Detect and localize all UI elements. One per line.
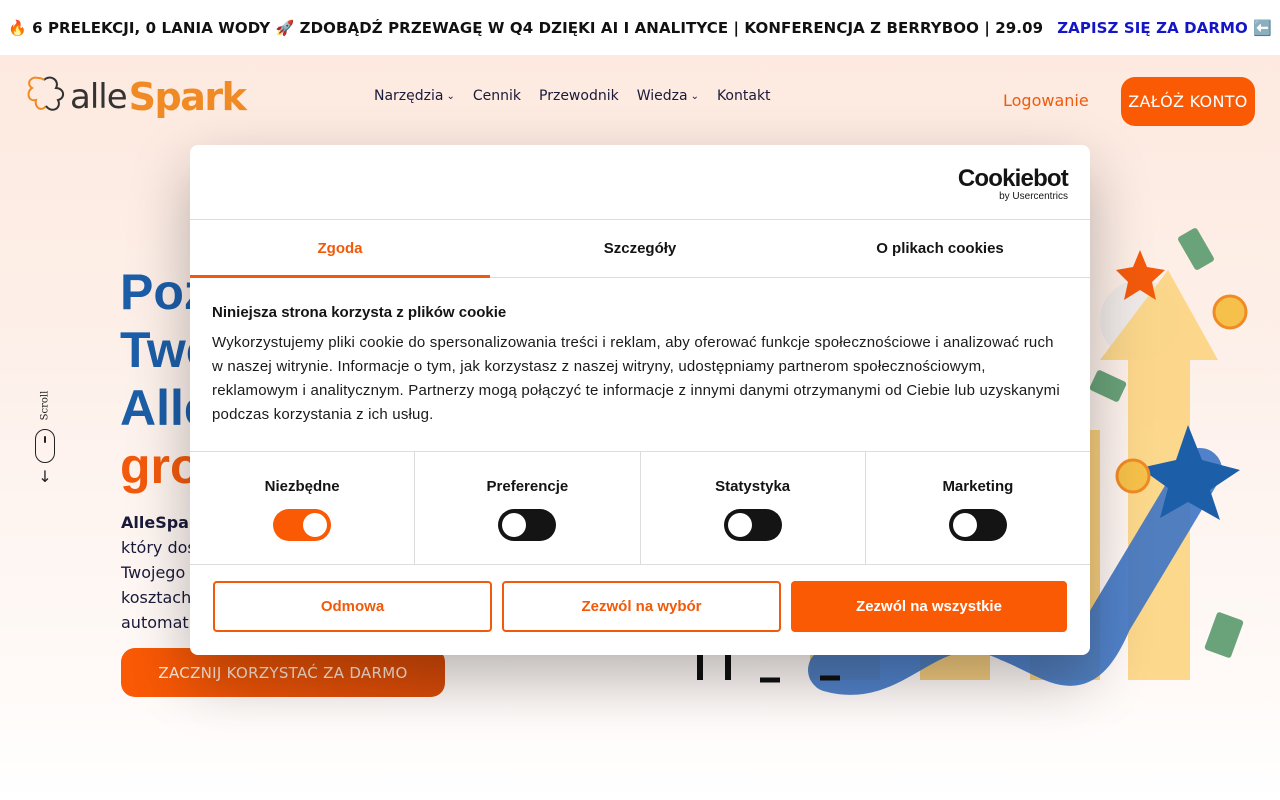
toggle-marketing[interactable] (948, 509, 1007, 541)
nav-label: Wiedza (636, 88, 688, 104)
cookiebot-logo[interactable]: Cookiebot by Usercentrics (957, 165, 1069, 203)
main-nav: Narzędzia ⌄ Cennik Przewodnik Wiedza ⌄ K… (374, 88, 771, 104)
login-link[interactable]: Logowanie (1003, 91, 1089, 110)
banknote-icon (1178, 228, 1214, 270)
logo-spark: Spark (128, 75, 247, 119)
logo[interactable]: alle Spark (24, 72, 247, 122)
cookie-actions: Odmowa Zezwól na wybór Zezwól na wszystk… (190, 565, 1090, 632)
cookiebot-name: Cookiebot (957, 165, 1069, 192)
tab-szczegoly[interactable]: Szczegóły (490, 220, 790, 277)
toggle-statystyka[interactable] (723, 509, 782, 541)
cookie-categories: Niezbędne Preferencje Statystyka Marketi… (190, 452, 1090, 565)
cookie-dialog-text: Wykorzystujemy pliki cookie do spersonal… (212, 334, 1060, 423)
chevron-down-icon: ⌄ (446, 90, 455, 102)
nav-label: Narzędzia (374, 88, 444, 104)
toggle-knob (303, 513, 328, 537)
toggle-knob (727, 513, 752, 537)
deny-button[interactable]: Odmowa (213, 581, 492, 632)
nav-label: Cennik (472, 88, 522, 104)
cookie-dialog-title: Niniejsza strona korzysta z plików cooki… (212, 304, 507, 321)
category-label: Statystyka (715, 478, 791, 495)
nav-item-narzedzia[interactable]: Narzędzia ⌄ (374, 88, 455, 104)
nav-label: Kontakt (716, 88, 771, 104)
nav-item-cennik[interactable]: Cennik (473, 88, 521, 104)
toggle-niezbedne[interactable] (273, 509, 332, 541)
nav-item-przewodnik[interactable]: Przewodnik (539, 88, 619, 104)
category-niezbedne: Niezbędne (190, 452, 416, 564)
coin-icon (1212, 294, 1248, 330)
nav-label: Przewodnik (539, 88, 619, 104)
cookie-dialog-header: Cookiebot by Usercentrics (190, 145, 1090, 220)
hero-cta-button[interactable]: ZACZNIJ KORZYSTAĆ ZA DARMO (121, 648, 445, 697)
tab-zgoda[interactable]: Zgoda (190, 220, 490, 278)
hero-brand: AlleSpar (121, 513, 197, 532)
scroll-indicator[interactable]: Scroll ↓ (34, 390, 56, 490)
cookie-tabs: Zgoda Szczegóły O plikach cookies (190, 220, 1090, 278)
banknote-icon (1089, 370, 1127, 402)
nav-item-kontakt[interactable]: Kontakt (717, 88, 771, 104)
coin-icon (1115, 458, 1151, 494)
cookie-dialog-body: Niniejsza strona korzysta z plików cooki… (190, 278, 1090, 452)
category-statystyka: Statystyka (641, 452, 866, 564)
toggle-knob (502, 513, 527, 537)
promo-text: 🔥 6 PRELEKCJI, 0 LANIA WODY 🚀 ZDOBĄDŹ PR… (7, 18, 1044, 37)
logo-mark-icon (27, 76, 64, 111)
promo-bar: 🔥 6 PRELEKCJI, 0 LANIA WODY 🚀 ZDOBĄDŹ PR… (0, 0, 1280, 55)
category-label: Niezbędne (264, 478, 340, 495)
category-label: Preferencje (486, 478, 569, 495)
toggle-knob (952, 513, 977, 537)
toggle-preferencje[interactable] (498, 509, 557, 541)
promo-signup-link[interactable]: ZAPISZ SIĘ ZA DARMO ⬅️ (1057, 19, 1272, 37)
allow-selection-button[interactable]: Zezwól na wybór (502, 581, 781, 632)
cookie-consent-dialog: Cookiebot by Usercentrics Zgoda Szczegół… (190, 145, 1090, 655)
nav-item-wiedza[interactable]: Wiedza ⌄ (637, 88, 699, 104)
logo-alle: alle (70, 77, 128, 117)
mouse-icon (35, 429, 55, 463)
category-marketing: Marketing (866, 452, 1090, 564)
scroll-label: Scroll (39, 390, 51, 421)
arrow-down-icon: ↓ (38, 467, 52, 486)
signup-button[interactable]: ZAŁÓŻ KONTO (1121, 77, 1255, 126)
tab-o-plikach-cookies[interactable]: O plikach cookies (790, 220, 1090, 277)
banknote-icon (1204, 612, 1244, 658)
cookiebot-by: by Usercentrics (999, 191, 1068, 202)
allow-all-button[interactable]: Zezwól na wszystkie (791, 581, 1067, 632)
chevron-down-icon: ⌄ (690, 90, 699, 102)
category-preferencje: Preferencje (415, 452, 641, 564)
category-label: Marketing (942, 478, 1014, 495)
